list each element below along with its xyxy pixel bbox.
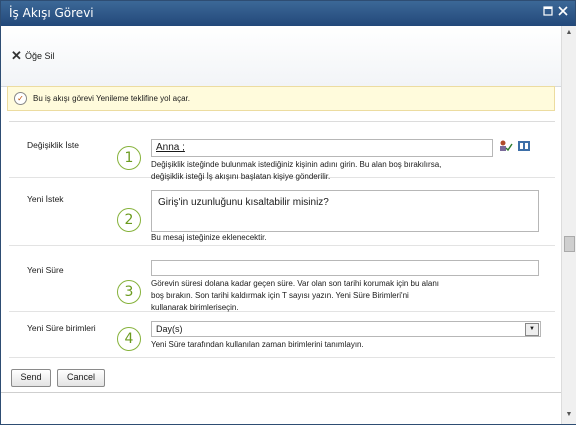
new-request-textarea[interactable]: Giriş'in uzunluğunu kısaltabilir misiniz… [151, 190, 539, 232]
field-label: Değişiklik İste [27, 140, 79, 150]
vertical-scrollbar[interactable]: ▲ ▼ [561, 26, 576, 424]
scroll-down-icon[interactable]: ▼ [564, 410, 574, 420]
field-description: Yeni Süre tarafından kullanılan zaman bi… [151, 340, 364, 349]
dialog-window: İş Akışı Görevi ✕ Öğe Sil ✓ Bu iş akışı … [0, 0, 576, 425]
cancel-button[interactable]: Cancel [57, 369, 105, 387]
field-description: Bu mesaj isteğinize eklenecektir. [151, 233, 267, 242]
callout-number: 2 [117, 208, 141, 232]
field-label: Yeni İstek [27, 194, 64, 204]
textarea-value: Giriş'in uzunluğunu kısaltabilir misiniz… [158, 197, 329, 208]
task-form: Değişiklik İste 1 Anna ; Değişiklik iste… [9, 121, 555, 370]
task-check-icon: ✓ [14, 92, 27, 105]
people-value: Anna ; [156, 142, 185, 153]
delete-x-icon: ✕ [11, 48, 22, 63]
close-icon[interactable] [557, 6, 569, 18]
notice-bar: ✓ Bu iş akışı görevi Yenileme teklifine … [7, 86, 555, 111]
check-names-icon [500, 140, 513, 152]
field-row-new-duration: Yeni Süre 3 Görevin süresi dolana kadar … [9, 246, 555, 312]
select-value: Day(s) [156, 324, 183, 334]
people-picker-icons [499, 140, 533, 152]
delete-item-label: Öğe Sil [25, 51, 55, 61]
field-row-new-request: Yeni İstek 2 Giriş'in uzunluğunu kısalta… [9, 178, 555, 246]
ribbon-toolbar: ✕ Öğe Sil [1, 26, 561, 87]
new-duration-input[interactable] [151, 260, 539, 276]
callout-number: 3 [117, 280, 141, 304]
window-title: İş Akışı Görevi [9, 6, 94, 20]
title-bar: İş Akışı Görevi [1, 1, 575, 26]
field-row-duration-units: Yeni Süre birimleri 4 Day(s) ▼ Yeni Süre… [9, 312, 555, 358]
scroll-thumb[interactable] [564, 236, 575, 252]
people-picker-input[interactable]: Anna ; [151, 139, 493, 157]
scroll-up-icon[interactable]: ▲ [564, 28, 574, 38]
chevron-down-icon[interactable]: ▼ [525, 323, 539, 336]
field-row-change-request: Değişiklik İste 1 Anna ; Değişiklik iste… [9, 122, 555, 181]
callout-number: 4 [117, 327, 141, 351]
duration-units-select[interactable]: Day(s) ▼ [151, 321, 541, 337]
browse-directory-icon [518, 141, 530, 151]
field-label: Yeni Süre [27, 265, 64, 275]
notice-text: Bu iş akışı görevi Yenileme teklifine yo… [33, 94, 190, 103]
dialog-content: ✕ Öğe Sil ✓ Bu iş akışı görevi Yenileme … [1, 26, 561, 424]
callout-number: 1 [117, 146, 141, 170]
divider [1, 392, 561, 393]
send-button[interactable]: Send [11, 369, 51, 387]
maximize-icon[interactable] [542, 6, 554, 18]
field-label: Yeni Süre birimleri [27, 323, 96, 333]
field-description: Görevin süresi dolana kadar geçen süre. … [151, 279, 440, 312]
